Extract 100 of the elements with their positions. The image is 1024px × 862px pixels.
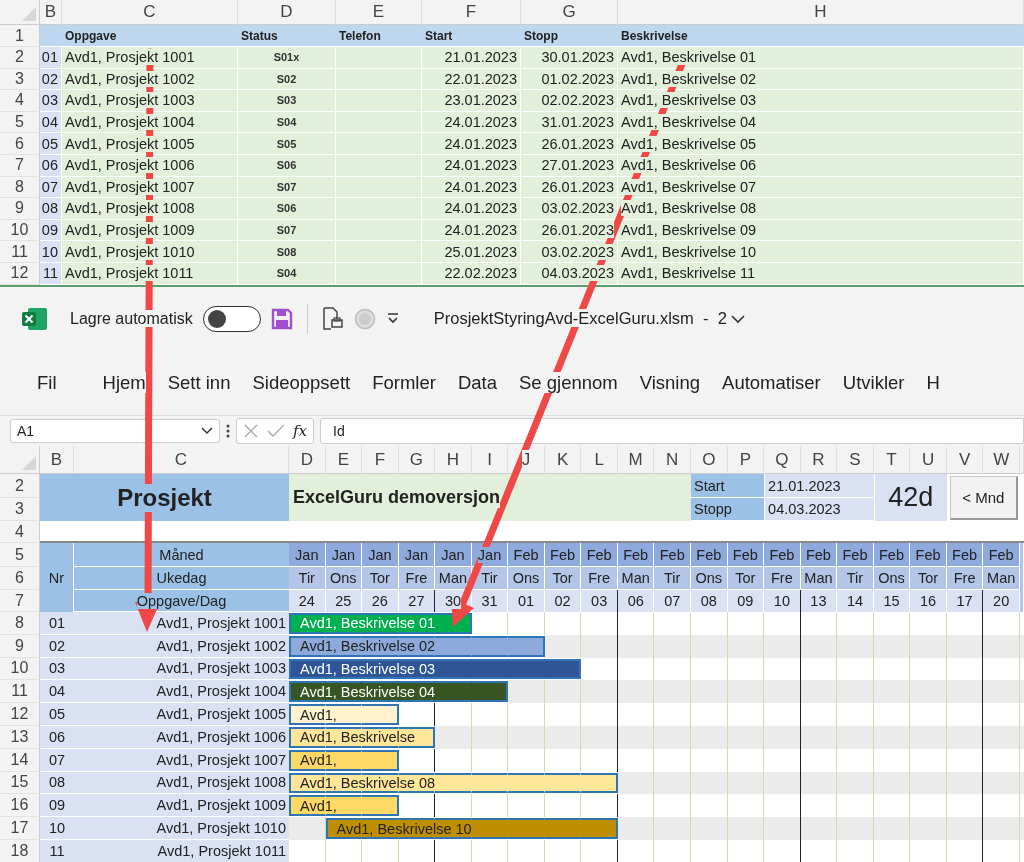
chevron-down-icon[interactable] bbox=[201, 427, 213, 435]
autosave-toggle[interactable] bbox=[202, 305, 261, 332]
column-letter[interactable]: V bbox=[946, 446, 984, 474]
column-letter[interactable]: W bbox=[983, 446, 1020, 474]
ribbon-tab[interactable]: Fil bbox=[26, 371, 68, 394]
column-letter[interactable]: I bbox=[471, 446, 509, 474]
row-number[interactable]: 2 bbox=[0, 474, 40, 498]
row-number[interactable]: 3 bbox=[0, 498, 40, 521]
row-number[interactable]: 6 bbox=[0, 133, 40, 155]
table-cell: S06 bbox=[238, 154, 336, 177]
print-preview-icon[interactable] bbox=[321, 306, 344, 331]
day-cell: 17 bbox=[946, 590, 984, 612]
project-heading: Prosjekt bbox=[40, 474, 289, 521]
column-letter[interactable]: F bbox=[422, 0, 521, 25]
row-number[interactable]: 5 bbox=[0, 543, 40, 567]
spreadsheet-logo-icon[interactable] bbox=[22, 306, 48, 331]
check-icon[interactable] bbox=[267, 423, 285, 439]
month-cell: Feb bbox=[800, 543, 838, 567]
column-letter[interactable]: G bbox=[398, 446, 436, 474]
column-letter[interactable]: U bbox=[910, 446, 947, 474]
day-cell: 09 bbox=[727, 590, 765, 612]
row-number[interactable]: 5 bbox=[0, 111, 40, 134]
row-number[interactable]: 7 bbox=[0, 590, 40, 612]
column-letter[interactable]: C bbox=[62, 0, 238, 25]
kebab-icon[interactable] bbox=[226, 423, 230, 439]
column-letter[interactable]: C bbox=[74, 446, 289, 474]
project-name: Avd1, Prosjekt 1011 bbox=[74, 839, 289, 862]
task-number: 04 bbox=[40, 680, 74, 704]
column-letter[interactable]: E bbox=[325, 446, 363, 474]
row-number[interactable]: 7 bbox=[0, 154, 40, 177]
project-name: Avd1, Prosjekt 1004 bbox=[74, 680, 289, 704]
column-letter[interactable]: T bbox=[873, 446, 911, 474]
column-header: Status bbox=[238, 25, 336, 47]
month-cell: Feb bbox=[617, 543, 655, 567]
column-letter[interactable]: F bbox=[362, 446, 399, 474]
month-cell: Jan bbox=[435, 543, 472, 567]
day-cell: 20 bbox=[983, 590, 1020, 612]
table-cell: Avd1, Prosjekt 1003 bbox=[62, 90, 238, 112]
insert-function-button[interactable]: fx bbox=[293, 422, 307, 440]
row-number[interactable]: 3 bbox=[0, 68, 40, 91]
column-letter[interactable]: H bbox=[618, 0, 1024, 25]
table-cell: 03.02.2023 bbox=[521, 241, 618, 263]
row-number[interactable]: 4 bbox=[0, 521, 40, 543]
file-title[interactable]: ProsjektStyringAvd-ExcelGuru.xlsm - 2 bbox=[433, 309, 727, 328]
column-letter[interactable]: H bbox=[435, 446, 472, 474]
column-letter[interactable]: O bbox=[691, 446, 728, 474]
column-letter[interactable]: S bbox=[837, 446, 874, 474]
column-letter[interactable]: P bbox=[727, 446, 765, 474]
column-letter[interactable]: B bbox=[40, 446, 74, 474]
row-number[interactable]: 17 bbox=[0, 817, 40, 840]
row-number[interactable]: 8 bbox=[0, 176, 40, 199]
row-number[interactable]: 8 bbox=[0, 612, 40, 635]
task-number: 05 bbox=[40, 703, 74, 726]
weekday-cell: Man bbox=[617, 567, 655, 590]
task-number: 08 bbox=[40, 771, 74, 795]
name-box[interactable]: A1 bbox=[10, 419, 220, 443]
row-number[interactable]: 4 bbox=[0, 90, 40, 112]
save-icon[interactable] bbox=[270, 307, 293, 330]
start-date: 21.01.2023 bbox=[764, 474, 874, 498]
column-letter[interactable]: G bbox=[521, 0, 618, 25]
row-number[interactable]: 12 bbox=[0, 262, 40, 285]
column-letter[interactable]: E bbox=[336, 0, 422, 25]
day-cell: 27 bbox=[398, 590, 436, 612]
row-number[interactable]: 9 bbox=[0, 198, 40, 220]
table-cell: S02 bbox=[238, 68, 336, 91]
row-number[interactable]: 15 bbox=[0, 771, 40, 795]
previous-month-button[interactable]: < Mnd bbox=[949, 476, 1018, 520]
column-letter[interactable]: K bbox=[544, 446, 582, 474]
table-cell: 02.02.2023 bbox=[521, 90, 618, 112]
row-number[interactable]: 11 bbox=[0, 680, 40, 704]
chevron-down-icon[interactable] bbox=[730, 313, 745, 324]
table-cell: S04 bbox=[238, 262, 336, 285]
row-number[interactable]: 1 bbox=[0, 25, 40, 47]
column-letter[interactable]: D bbox=[289, 446, 326, 474]
column-letter[interactable]: D bbox=[238, 0, 336, 25]
column-letter[interactable]: R bbox=[800, 446, 838, 474]
row-number[interactable]: 11 bbox=[0, 241, 40, 263]
column-letter[interactable]: N bbox=[654, 446, 691, 474]
task-number: 02 bbox=[40, 634, 74, 658]
customize-dropdown-icon[interactable] bbox=[385, 311, 400, 326]
row-number[interactable]: 6 bbox=[0, 567, 40, 590]
table-cell: 24.01.2023 bbox=[422, 111, 521, 134]
weekday-cell: Tor bbox=[910, 567, 947, 590]
column-letter[interactable]: Q bbox=[764, 446, 801, 474]
row-number[interactable]: 10 bbox=[0, 657, 40, 681]
row-number[interactable]: 14 bbox=[0, 748, 40, 772]
column-letter[interactable]: B bbox=[40, 0, 62, 25]
row-number[interactable]: 16 bbox=[0, 794, 40, 818]
ribbon-tab[interactable]: H bbox=[915, 371, 951, 394]
table-cell: 21.01.2023 bbox=[422, 47, 521, 69]
row-number[interactable]: 13 bbox=[0, 726, 40, 749]
row-number[interactable]: 10 bbox=[0, 219, 40, 242]
row-number[interactable]: 9 bbox=[0, 634, 40, 658]
row-number[interactable]: 12 bbox=[0, 703, 40, 726]
formula-field[interactable]: Id bbox=[320, 418, 1024, 444]
row-number[interactable]: 18 bbox=[0, 839, 40, 862]
column-letter[interactable]: L bbox=[581, 446, 618, 474]
month-cell: Feb bbox=[581, 543, 618, 567]
row-number[interactable]: 2 bbox=[0, 47, 40, 69]
column-letter[interactable]: M bbox=[617, 446, 655, 474]
